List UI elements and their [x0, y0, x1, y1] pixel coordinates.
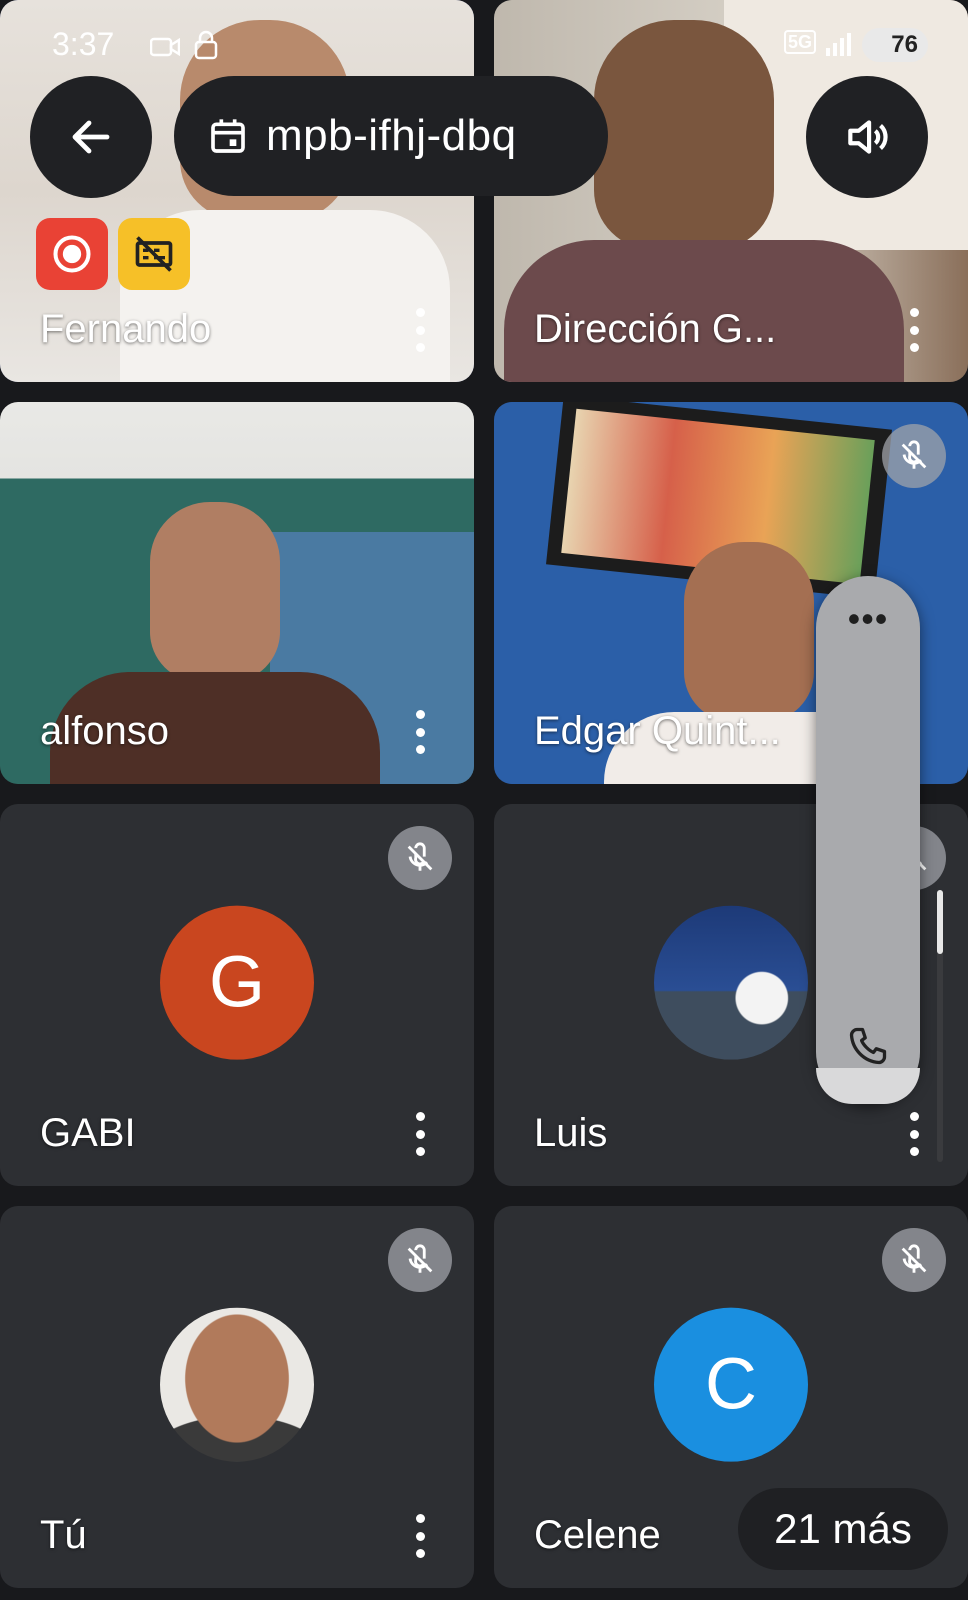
meeting-code: mpb-ifhj-dbq — [266, 111, 517, 160]
mic-off-icon — [388, 826, 452, 890]
participant-tile-gabi[interactable]: G GABI — [0, 804, 474, 1186]
meeting-code-button[interactable]: mpb-ifhj-dbq — [174, 76, 608, 196]
more-options-button[interactable] — [904, 308, 924, 352]
participant-name: Dirección G... — [534, 307, 777, 351]
calendar-icon — [211, 119, 245, 153]
mic-off-icon — [882, 424, 946, 488]
arrow-left-icon — [72, 120, 110, 154]
participant-silhouette — [150, 502, 280, 682]
more-options-button[interactable] — [410, 308, 430, 352]
participant-silhouette — [594, 20, 774, 250]
mic-off-icon — [882, 1228, 946, 1292]
participant-name: Luis — [534, 1111, 608, 1155]
captions-indicator[interactable] — [118, 218, 190, 290]
avatar: G — [160, 905, 314, 1060]
participant-tile-alfonso[interactable]: alfonso — [0, 402, 474, 784]
volume-icon — [848, 120, 888, 154]
scrollbar-thumb[interactable] — [937, 890, 943, 954]
back-button[interactable] — [30, 76, 152, 198]
avatar-photo — [654, 905, 808, 1060]
participant-tile-self[interactable]: Tú — [0, 1206, 474, 1588]
more-options-button[interactable] — [410, 710, 430, 754]
captions-off-icon — [135, 236, 173, 272]
participant-name: Celene — [534, 1513, 661, 1557]
more-participants-button[interactable]: 21 más — [738, 1488, 948, 1570]
participant-name: Tú — [40, 1513, 87, 1557]
participant-name: GABI — [40, 1111, 136, 1155]
participant-name: Edgar Quint... — [534, 709, 781, 753]
participant-silhouette — [684, 542, 814, 722]
more-options-button[interactable] — [904, 1112, 924, 1156]
speaker-button[interactable] — [806, 76, 928, 198]
recording-indicator[interactable] — [36, 218, 108, 290]
avatar: C — [654, 1307, 808, 1462]
phone-icon[interactable] — [846, 1024, 890, 1068]
bubble-menu-dots[interactable]: ••• — [816, 601, 920, 637]
more-options-button[interactable] — [410, 1514, 430, 1558]
participant-name: Fernando — [40, 307, 212, 351]
record-icon — [53, 235, 91, 273]
participant-name: alfonso — [40, 709, 169, 753]
more-options-button[interactable] — [410, 1112, 430, 1156]
mic-off-icon — [388, 1228, 452, 1292]
more-participants-label: 21 más — [774, 1505, 912, 1552]
avatar-photo — [160, 1307, 314, 1462]
floating-call-bubble[interactable]: ••• — [816, 576, 920, 1104]
